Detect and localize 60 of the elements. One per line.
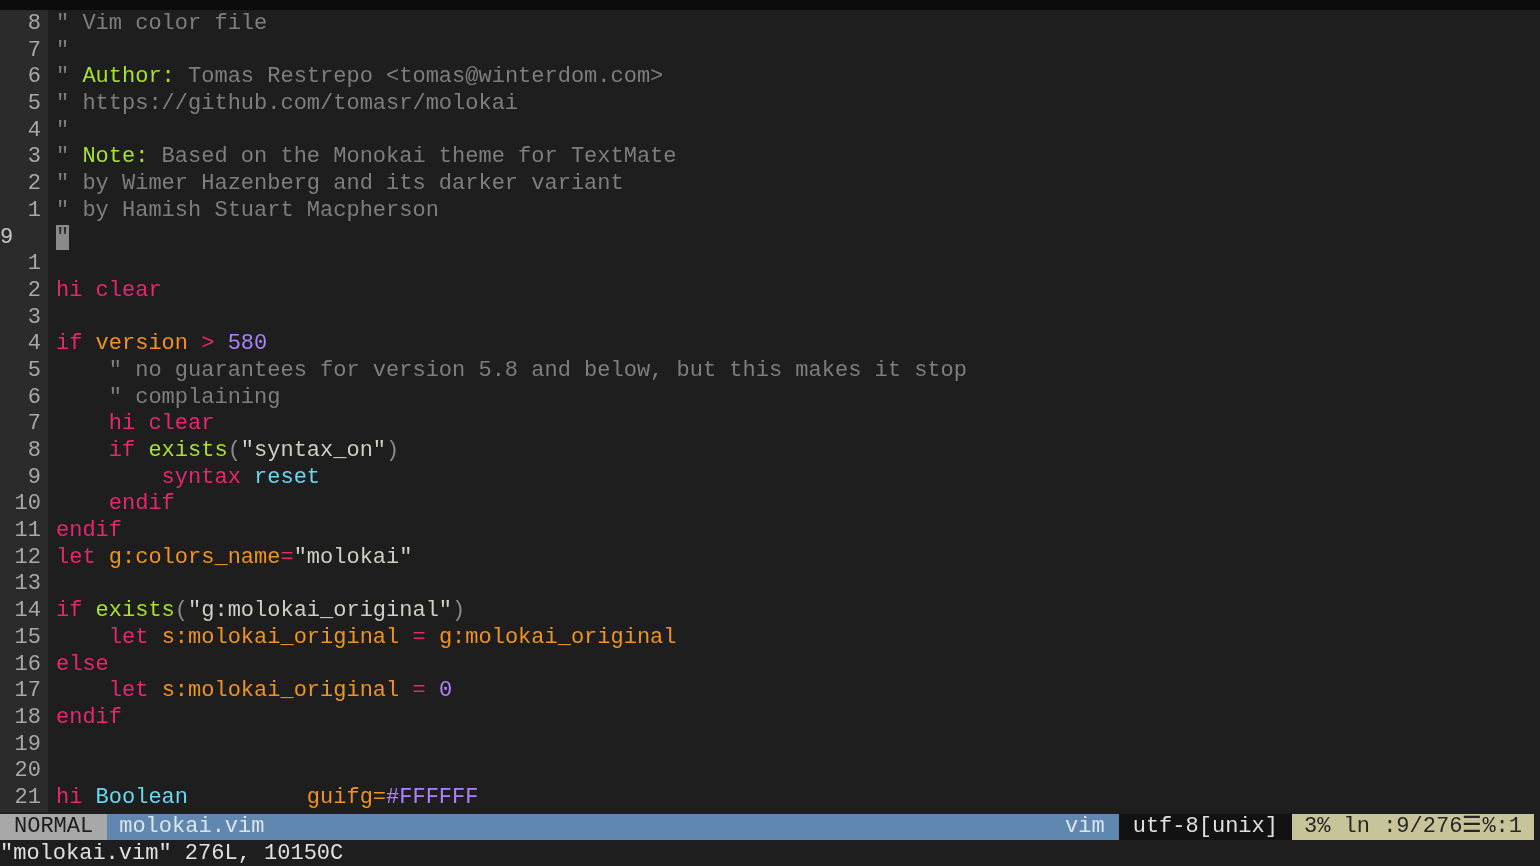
line-number: 17	[14, 678, 41, 704]
line-number: 7	[27, 37, 41, 63]
line-number: 2	[27, 171, 41, 197]
line-number: 6	[27, 64, 41, 90]
code-line: else	[56, 651, 109, 677]
line-number: 5	[27, 357, 41, 383]
line-number: 20	[14, 758, 41, 784]
code-line: " Author: Tomas Restrepo <tomas@winterdom.com>	[56, 64, 664, 90]
line-number: 3	[27, 304, 41, 330]
line-number: 6	[27, 384, 41, 410]
line-number: 1	[27, 197, 41, 223]
line-number: 10	[14, 491, 41, 517]
line-number: 9	[0, 224, 14, 250]
line-number: 19	[14, 731, 41, 757]
code-line: "	[56, 117, 70, 143]
mode-indicator: NORMAL	[0, 813, 108, 840]
line-number: 1	[27, 251, 41, 277]
code-line: hi Boolean guifg=#FFFFFF	[56, 784, 479, 810]
line-number: 3	[27, 144, 41, 170]
code-line: " by Hamish Stuart Macpherson	[56, 197, 439, 223]
line-number: 9	[27, 464, 41, 490]
code-line: endif	[56, 518, 122, 544]
code-line: " by Wimer Hazenberg and its darker variant	[56, 171, 624, 197]
code-line: let s:molokai_original = 0	[107, 678, 453, 704]
code-line: if version > 580	[56, 331, 268, 357]
line-number: 18	[14, 704, 41, 730]
line-number: 5	[27, 91, 41, 117]
code-line: let s:molokai_original = g:molokai_original	[107, 624, 677, 650]
line-number: 7	[27, 411, 41, 437]
line-number: 4	[27, 117, 41, 143]
code-line: " Vim color file	[56, 11, 268, 36]
file-type: vim	[1064, 813, 1106, 840]
code-line: " Note: Based on the Monokai theme for TextMate	[56, 144, 677, 170]
line-number: 8	[27, 11, 41, 36]
line-number: 11	[14, 518, 41, 544]
code-line: if exists("g:molokai_original")	[56, 598, 466, 624]
code-line: if exists("syntax_on")	[107, 438, 400, 463]
code-line: "	[56, 37, 70, 63]
line-number: 15	[14, 624, 41, 650]
code-line: let g:colors_name="molokai"	[56, 544, 413, 570]
code-line: hi clear	[107, 411, 215, 437]
line-number: 8	[27, 438, 41, 463]
code-line: " https://github.com/tomasr/molokai	[56, 91, 519, 117]
line-number: 12	[14, 544, 41, 570]
line-number: 4	[27, 331, 41, 357]
line-number: 2	[27, 277, 41, 303]
file-name: molokai.vim	[118, 813, 266, 840]
code-line: endif	[107, 491, 175, 517]
code-line: " complaining	[107, 384, 281, 410]
code-line: " no guarantees for version 5.8 and below, but this makes it stop	[107, 357, 967, 383]
code-line: endif	[56, 704, 122, 730]
code-line: hi clear	[56, 277, 162, 303]
code-line: syntax reset	[160, 464, 321, 490]
line-number: 13	[14, 571, 41, 597]
line-number: 16	[14, 651, 41, 677]
file-encoding: utf-8[unix]	[1118, 813, 1292, 840]
command-line-message: "molokai.vim" 276L, 10150C	[0, 840, 344, 866]
cursor-position: 3% ln :9/276☰%:1	[1291, 813, 1534, 840]
line-number: 21	[14, 784, 41, 810]
line-number: 14	[14, 598, 41, 624]
